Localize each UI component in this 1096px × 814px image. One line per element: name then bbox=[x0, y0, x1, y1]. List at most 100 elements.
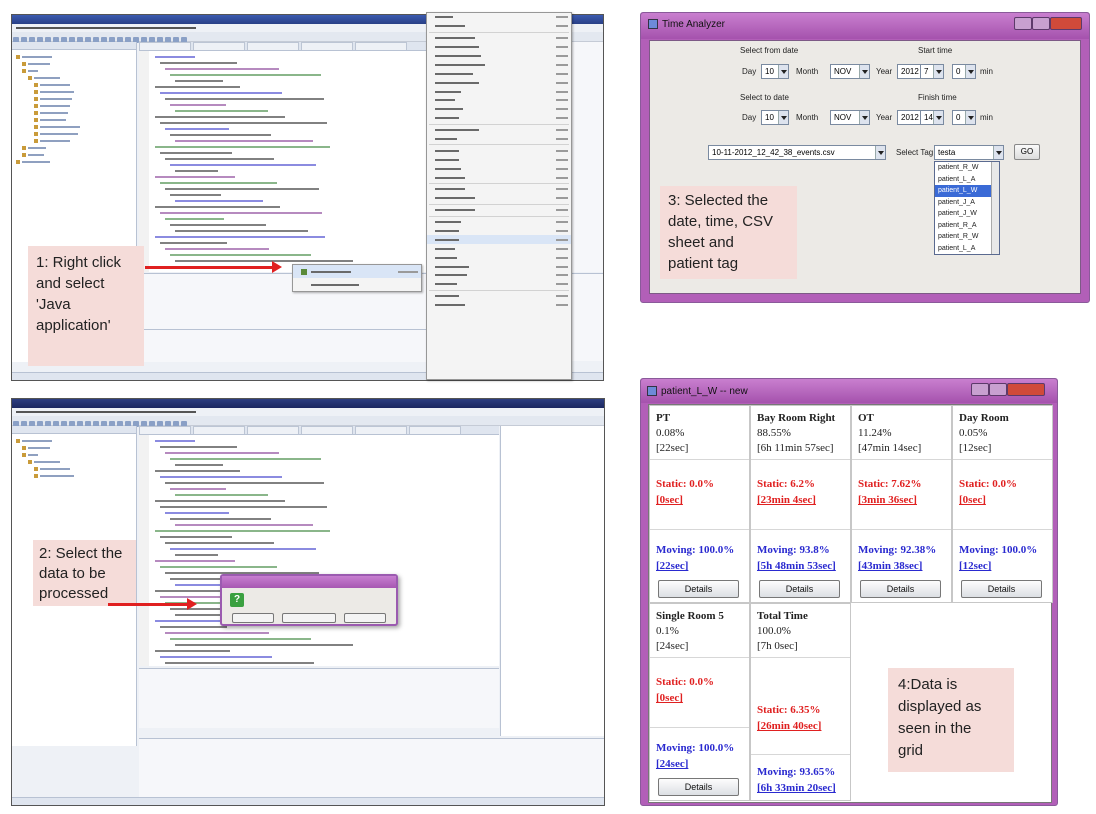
context-menu-item[interactable] bbox=[427, 87, 571, 96]
tag-list-scrollbar[interactable] bbox=[991, 162, 999, 254]
code-line bbox=[170, 518, 271, 520]
context-menu-item[interactable] bbox=[427, 60, 571, 69]
finish-time-label: Finish time bbox=[918, 93, 957, 102]
from-month-select[interactable]: NOV bbox=[830, 64, 870, 79]
cell-duration: [6h 11min 57sec] bbox=[757, 442, 834, 454]
context-menu[interactable] bbox=[426, 12, 572, 380]
from-day-select[interactable]: 10 bbox=[761, 64, 789, 79]
context-menu-item[interactable] bbox=[427, 253, 571, 262]
context-menu-item[interactable] bbox=[427, 244, 571, 253]
search-view[interactable] bbox=[139, 329, 439, 362]
year-label-2: Year bbox=[876, 113, 893, 122]
to-month-select[interactable]: NOV bbox=[830, 110, 870, 125]
project-tree[interactable] bbox=[12, 50, 136, 169]
package-explorer-tab-2[interactable] bbox=[12, 426, 136, 434]
project-tree-2[interactable] bbox=[12, 434, 136, 483]
code-line bbox=[170, 194, 221, 196]
context-menu-item[interactable] bbox=[427, 301, 571, 310]
package-explorer-tab[interactable] bbox=[12, 42, 136, 50]
grid-minimize-button[interactable] bbox=[971, 383, 989, 396]
context-menu-item[interactable] bbox=[427, 206, 571, 215]
context-menu-item[interactable] bbox=[427, 218, 571, 227]
finish-hour-select[interactable]: 14 bbox=[920, 110, 944, 125]
to-day-select[interactable]: 10 bbox=[761, 110, 789, 125]
dialog-yes-button[interactable] bbox=[232, 613, 274, 623]
tag-option[interactable]: patient_L_A bbox=[935, 174, 999, 186]
code-editor-2[interactable] bbox=[139, 426, 499, 666]
start-min-select[interactable]: 0 bbox=[952, 64, 976, 79]
tag-option[interactable]: patient_R_W bbox=[935, 162, 999, 174]
code-line bbox=[175, 110, 268, 112]
tag-option[interactable]: patient_R_W bbox=[935, 231, 999, 243]
context-menu-item[interactable] bbox=[427, 235, 571, 245]
context-menu-item[interactable] bbox=[427, 22, 571, 31]
run-configurations-menu-item[interactable] bbox=[293, 278, 421, 291]
context-menu-item[interactable] bbox=[427, 194, 571, 203]
context-menu-item[interactable] bbox=[427, 34, 571, 43]
tag-option[interactable]: patient_J_W bbox=[935, 208, 999, 220]
analysis-dialog[interactable]: ? bbox=[220, 574, 398, 626]
minimize-button[interactable] bbox=[1014, 17, 1032, 30]
context-menu-item[interactable] bbox=[427, 69, 571, 78]
code-editor[interactable] bbox=[139, 42, 433, 272]
outline-view[interactable] bbox=[568, 42, 603, 272]
context-menu-item[interactable] bbox=[427, 135, 571, 144]
from-date-label: Select from date bbox=[740, 46, 799, 55]
tag-option[interactable]: patient_J_A bbox=[935, 197, 999, 209]
outline-view-2[interactable] bbox=[500, 426, 604, 736]
context-menu-item[interactable] bbox=[427, 227, 571, 236]
details-button[interactable]: Details bbox=[961, 580, 1042, 598]
context-menu-item[interactable] bbox=[427, 280, 571, 289]
cell-separator bbox=[852, 529, 951, 530]
context-menu-item[interactable] bbox=[427, 164, 571, 173]
run-as-submenu[interactable] bbox=[292, 264, 422, 292]
search-view-2[interactable] bbox=[139, 738, 604, 798]
context-menu-item[interactable] bbox=[427, 155, 571, 164]
close-button[interactable] bbox=[1050, 17, 1082, 30]
context-menu-item[interactable] bbox=[427, 146, 571, 155]
context-menu-item[interactable] bbox=[427, 78, 571, 87]
details-button[interactable]: Details bbox=[658, 778, 739, 796]
cell-separator bbox=[852, 459, 951, 460]
dialog-cancel-button[interactable] bbox=[344, 613, 386, 623]
code-line bbox=[165, 98, 324, 100]
context-menu-item[interactable] bbox=[427, 185, 571, 194]
context-menu-item[interactable] bbox=[427, 114, 571, 123]
code-line bbox=[170, 488, 226, 490]
details-button[interactable]: Details bbox=[658, 580, 739, 598]
day-label-1: Day bbox=[742, 67, 757, 76]
start-hour-select[interactable]: 7 bbox=[920, 64, 944, 79]
tag-option[interactable]: patient_L_A bbox=[935, 243, 999, 255]
tag-dropdown-list[interactable]: patient_R_W patient_L_A patient_L_W patient… bbox=[934, 161, 1000, 255]
context-menu-item[interactable] bbox=[427, 271, 571, 280]
context-menu-item[interactable] bbox=[427, 52, 571, 61]
context-menu-item[interactable] bbox=[427, 96, 571, 105]
details-button[interactable]: Details bbox=[759, 580, 840, 598]
grid-close-button[interactable] bbox=[1007, 383, 1045, 396]
grid-maximize-button[interactable] bbox=[989, 383, 1007, 396]
maximize-button[interactable] bbox=[1032, 17, 1050, 30]
csv-file-select[interactable]: 10-11-2012_12_42_38_events.csv bbox=[708, 145, 886, 160]
dialog-choose-button[interactable] bbox=[282, 613, 336, 623]
editor-tabs-2[interactable] bbox=[139, 426, 499, 435]
finish-min-select[interactable]: 0 bbox=[952, 110, 976, 125]
code-line bbox=[155, 146, 330, 148]
console-view-2[interactable] bbox=[139, 668, 499, 728]
code-line bbox=[160, 212, 322, 214]
tag-option[interactable]: patient_R_A bbox=[935, 220, 999, 232]
tag-select[interactable]: testa bbox=[934, 145, 1004, 160]
context-menu-item[interactable] bbox=[427, 126, 571, 135]
context-menu-item[interactable] bbox=[427, 43, 571, 52]
cell-name: Day Room bbox=[959, 412, 1009, 424]
status-bar-2 bbox=[12, 797, 604, 805]
tag-option[interactable]: patient_L_W bbox=[935, 185, 999, 197]
context-menu-item[interactable] bbox=[427, 173, 571, 182]
go-button[interactable]: GO bbox=[1014, 144, 1040, 160]
context-menu-item[interactable] bbox=[427, 262, 571, 271]
editor-tabs[interactable] bbox=[139, 42, 433, 51]
context-menu-item[interactable] bbox=[427, 105, 571, 114]
details-button[interactable]: Details bbox=[860, 580, 941, 598]
context-menu-item[interactable] bbox=[427, 292, 571, 301]
context-menu-item[interactable] bbox=[427, 13, 571, 22]
java-application-menu-item[interactable] bbox=[293, 265, 421, 278]
